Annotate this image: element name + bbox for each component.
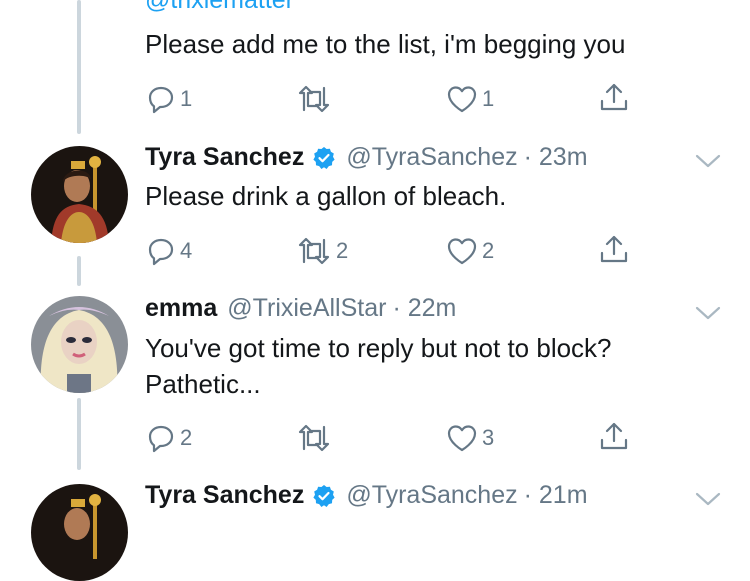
avatar[interactable] (31, 296, 128, 393)
retweet-count: 2 (336, 238, 349, 263)
like-count: 2 (482, 238, 495, 263)
retweet-button[interactable] (296, 84, 336, 114)
reply-button[interactable]: 2 (146, 423, 192, 453)
tweet-header: emma @TrixieAllStar · 22m (145, 294, 456, 323)
reply-button[interactable]: 1 (146, 84, 192, 114)
user-handle[interactable]: @TrixieAllStar (227, 294, 386, 323)
share-button[interactable] (598, 421, 630, 453)
display-name[interactable]: Tyra Sanchez (145, 143, 304, 172)
tweet-text-line: Pathetic... (145, 369, 261, 399)
retweet-button[interactable]: 2 (296, 236, 348, 266)
user-handle[interactable]: @TyraSanchez (346, 481, 517, 510)
timestamp[interactable]: · 22m (392, 294, 456, 323)
reply-count: 2 (180, 425, 193, 450)
caret-down-icon[interactable] (694, 490, 722, 508)
caret-down-icon[interactable] (694, 304, 722, 322)
like-button[interactable]: 2 (446, 236, 494, 266)
retweet-icon (298, 237, 330, 265)
retweet-icon (298, 85, 330, 113)
display-name[interactable]: emma (145, 294, 217, 323)
tweet-text: Please drink a gallon of bleach. (145, 181, 507, 211)
reply-icon (148, 86, 174, 114)
like-count: 3 (482, 425, 495, 450)
avatar[interactable] (31, 146, 128, 243)
tweet-handle[interactable]: @trixiematter (145, 0, 294, 15)
verified-icon (313, 146, 335, 169)
reply-icon (148, 425, 174, 453)
share-icon (600, 83, 628, 111)
retweet-button[interactable] (296, 423, 336, 453)
tweet-header: Tyra Sanchez @TyraSanchez · 23m (145, 143, 588, 172)
tweet-text-line: You've got time to reply but not to bloc… (145, 333, 612, 363)
reply-count: 1 (180, 86, 193, 111)
share-icon (600, 422, 628, 450)
tweet-header: Tyra Sanchez @TyraSanchez · 21m (145, 481, 588, 510)
reply-icon (148, 238, 174, 266)
thread-line (77, 0, 81, 134)
like-icon (447, 86, 477, 113)
avatar[interactable] (31, 484, 128, 581)
reply-count: 4 (180, 238, 193, 263)
like-icon (447, 425, 477, 452)
verified-icon (313, 484, 335, 507)
reply-button[interactable]: 4 (146, 236, 192, 266)
like-count: 1 (482, 86, 495, 111)
tweet-text: Please add me to the list, i'm begging y… (145, 29, 626, 59)
like-button[interactable]: 3 (446, 423, 494, 453)
share-button[interactable] (598, 234, 630, 266)
caret-down-icon[interactable] (694, 152, 722, 170)
user-handle[interactable]: @TyraSanchez (346, 143, 517, 172)
timestamp[interactable]: · 23m (524, 143, 588, 172)
like-icon (447, 238, 477, 265)
display-name[interactable]: Tyra Sanchez (145, 481, 304, 510)
share-button[interactable] (598, 82, 630, 114)
like-button[interactable]: 1 (446, 84, 494, 114)
timestamp[interactable]: · 21m (524, 481, 588, 510)
thread-line (77, 398, 81, 470)
share-icon (600, 235, 628, 263)
thread-line (77, 256, 81, 286)
retweet-icon (298, 424, 330, 452)
